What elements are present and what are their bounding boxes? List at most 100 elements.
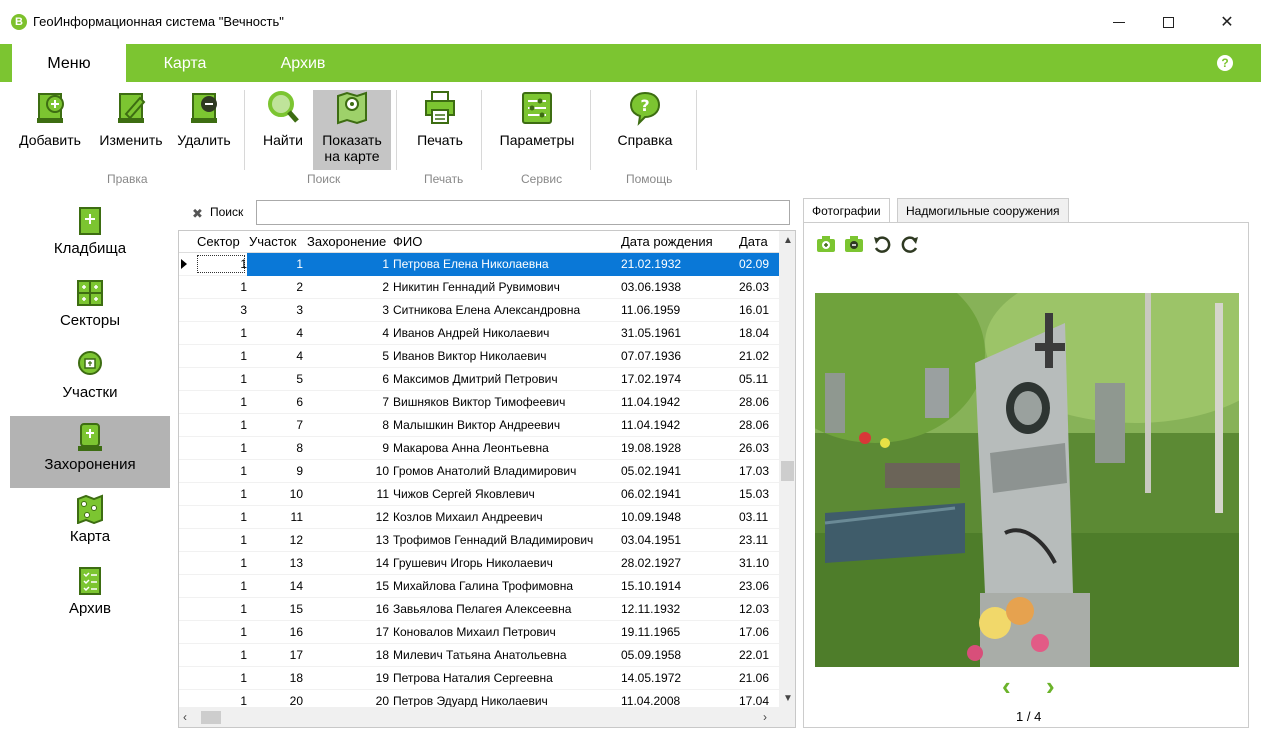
cell-death-date[interactable]: 17.04 [739,694,779,708]
close-button[interactable]: ✕ [1204,8,1250,36]
cell-death-date[interactable]: 23.06 [739,579,779,593]
cell-burial[interactable]: 20 [303,694,389,708]
cell-birth-date[interactable]: 11.04.1942 [621,418,733,432]
cell-death-date[interactable]: 23.11 [739,533,779,547]
cell-plot[interactable]: 20 [247,694,303,708]
cell-fio[interactable]: Петрова Наталия Сергеевна [393,671,619,685]
cell-fio[interactable]: Громов Анатолий Владимирович [393,464,619,478]
cell-birth-date[interactable]: 12.11.1932 [621,602,733,616]
cell-sector[interactable]: 3 [195,303,247,317]
cell-burial[interactable]: 16 [303,602,389,616]
cell-burial[interactable]: 11 [303,487,389,501]
cell-death-date[interactable]: 17.06 [739,625,779,639]
column-header-birth-date[interactable]: Дата рождения [621,234,713,249]
cell-burial[interactable]: 13 [303,533,389,547]
cell-death-date[interactable]: 18.04 [739,326,779,340]
table-row[interactable]: 1 18 19 Петрова Наталия Сергеевна 14.05.1972… [179,667,779,690]
cell-sector[interactable]: 1 [195,510,247,524]
cell-death-date[interactable]: 31.10 [739,556,779,570]
table-row[interactable]: 1 2 2 Никитин Геннадий Рувимович 03.06.1938 2… [179,276,779,299]
cell-fio[interactable]: Козлов Михаил Андреевич [393,510,619,524]
cell-plot[interactable]: 15 [247,602,303,616]
table-row[interactable]: 1 11 12 Козлов Михаил Андреевич 10.09.1948 03… [179,506,779,529]
cell-burial[interactable]: 1 [303,257,389,271]
minimize-button[interactable] [1096,8,1142,36]
table-row[interactable]: 1 8 9 Макарова Анна Леонтьевна 19.08.1928 26.… [179,437,779,460]
cell-burial[interactable]: 2 [303,280,389,294]
cell-plot[interactable]: 16 [247,625,303,639]
cell-death-date[interactable]: 12.03 [739,602,779,616]
cell-burial[interactable]: 15 [303,579,389,593]
cell-burial[interactable]: 19 [303,671,389,685]
cell-death-date[interactable]: 28.06 [739,418,779,432]
cell-sector[interactable]: 1 [195,694,247,708]
table-row[interactable]: 1 6 7 Вишняков Виктор Тимофеевич 11.04.1942 2… [179,391,779,414]
cell-sector[interactable]: 1 [195,648,247,662]
cell-sector[interactable]: 1 [195,441,247,455]
cell-birth-date[interactable]: 19.11.1965 [621,625,733,639]
cell-fio[interactable]: Вишняков Виктор Тимофеевич [393,395,619,409]
delete-button[interactable]: Удалить [172,90,236,148]
cell-birth-date[interactable]: 03.06.1938 [621,280,733,294]
cell-fio[interactable]: Ситникова Елена Александровна [393,303,619,317]
cell-fio[interactable]: Милевич Татьяна Анатольевна [393,648,619,662]
tab-photos[interactable]: Фотографии [803,198,890,223]
sidebar-item-archive[interactable]: Архив [10,560,170,632]
cell-plot[interactable]: 4 [247,349,303,363]
cell-burial[interactable]: 10 [303,464,389,478]
sidebar-item-burials[interactable]: Захоронения [10,416,170,488]
cell-birth-date[interactable]: 31.05.1961 [621,326,733,340]
cell-burial[interactable]: 7 [303,395,389,409]
cell-plot[interactable]: 1 [247,257,303,271]
cell-sector[interactable]: 1 [195,625,247,639]
cell-fio[interactable]: Макарова Анна Леонтьевна [393,441,619,455]
cell-sector[interactable]: 1 [195,372,247,386]
cell-birth-date[interactable]: 06.02.1941 [621,487,733,501]
cell-fio[interactable]: Максимов Дмитрий Петрович [393,372,619,386]
table-row[interactable]: 1 17 18 Милевич Татьяна Анатольевна 05.09.19… [179,644,779,667]
cell-death-date[interactable]: 17.03 [739,464,779,478]
table-row[interactable]: 1 12 13 Трофимов Геннадий Владимирович 03.04… [179,529,779,552]
delete-photo-icon[interactable] [844,235,864,258]
cell-sector[interactable]: 1 [195,487,247,501]
vertical-scrollbar[interactable]: ▲ ▼ [779,231,795,707]
cell-death-date[interactable]: 02.09 [739,257,779,271]
cell-burial[interactable]: 6 [303,372,389,386]
cell-birth-date[interactable]: 10.09.1948 [621,510,733,524]
previous-photo-icon[interactable]: ‹ [1002,671,1011,702]
cell-fio[interactable]: Никитин Геннадий Рувимович [393,280,619,294]
print-button[interactable]: Печать [408,90,472,148]
cell-fio[interactable]: Трофимов Геннадий Владимирович [393,533,619,547]
cell-death-date[interactable]: 21.02 [739,349,779,363]
cell-death-date[interactable]: 28.06 [739,395,779,409]
cell-plot[interactable]: 14 [247,579,303,593]
sidebar-item-cemeteries[interactable]: Кладбища [10,200,170,272]
cell-burial[interactable]: 12 [303,510,389,524]
edit-button[interactable]: Изменить [94,90,168,148]
cell-fio[interactable]: Коновалов Михаил Петрович [393,625,619,639]
cell-death-date[interactable]: 26.03 [739,441,779,455]
cell-fio[interactable]: Петров Эдуард Николаевич [393,694,619,708]
table-row[interactable]: 1 1 1 Петрова Елена Николаевна 21.02.1932 02.… [179,253,779,276]
vertical-scroll-thumb[interactable] [781,461,794,481]
table-row[interactable]: 1 14 15 Михайлова Галина Трофимовна 15.10.19… [179,575,779,598]
rotate-left-icon[interactable] [872,235,892,260]
cell-fio[interactable]: Петрова Елена Николаевна [393,257,619,271]
cell-plot[interactable]: 8 [247,441,303,455]
cell-plot[interactable]: 18 [247,671,303,685]
cell-plot[interactable]: 2 [247,280,303,294]
table-row[interactable]: 1 10 11 Чижов Сергей Яковлевич 06.02.1941 15.… [179,483,779,506]
help-button[interactable]: ? Справка [605,90,685,148]
cell-fio[interactable]: Завьялова Пелагея Алексеевна [393,602,619,616]
params-button[interactable]: Параметры [492,90,582,148]
cell-plot[interactable]: 10 [247,487,303,501]
column-header-fio[interactable]: ФИО [393,234,422,249]
cell-death-date[interactable]: 21.06 [739,671,779,685]
table-row[interactable]: 1 4 5 Иванов Виктор Николаевич 07.07.1936 21.… [179,345,779,368]
cell-plot[interactable]: 3 [247,303,303,317]
cell-birth-date[interactable]: 17.02.1974 [621,372,733,386]
cell-death-date[interactable]: 22.01 [739,648,779,662]
table-row[interactable]: 3 3 3 Ситникова Елена Александровна 11.06.19… [179,299,779,322]
cell-sector[interactable]: 1 [195,257,247,271]
cell-sector[interactable]: 1 [195,280,247,294]
